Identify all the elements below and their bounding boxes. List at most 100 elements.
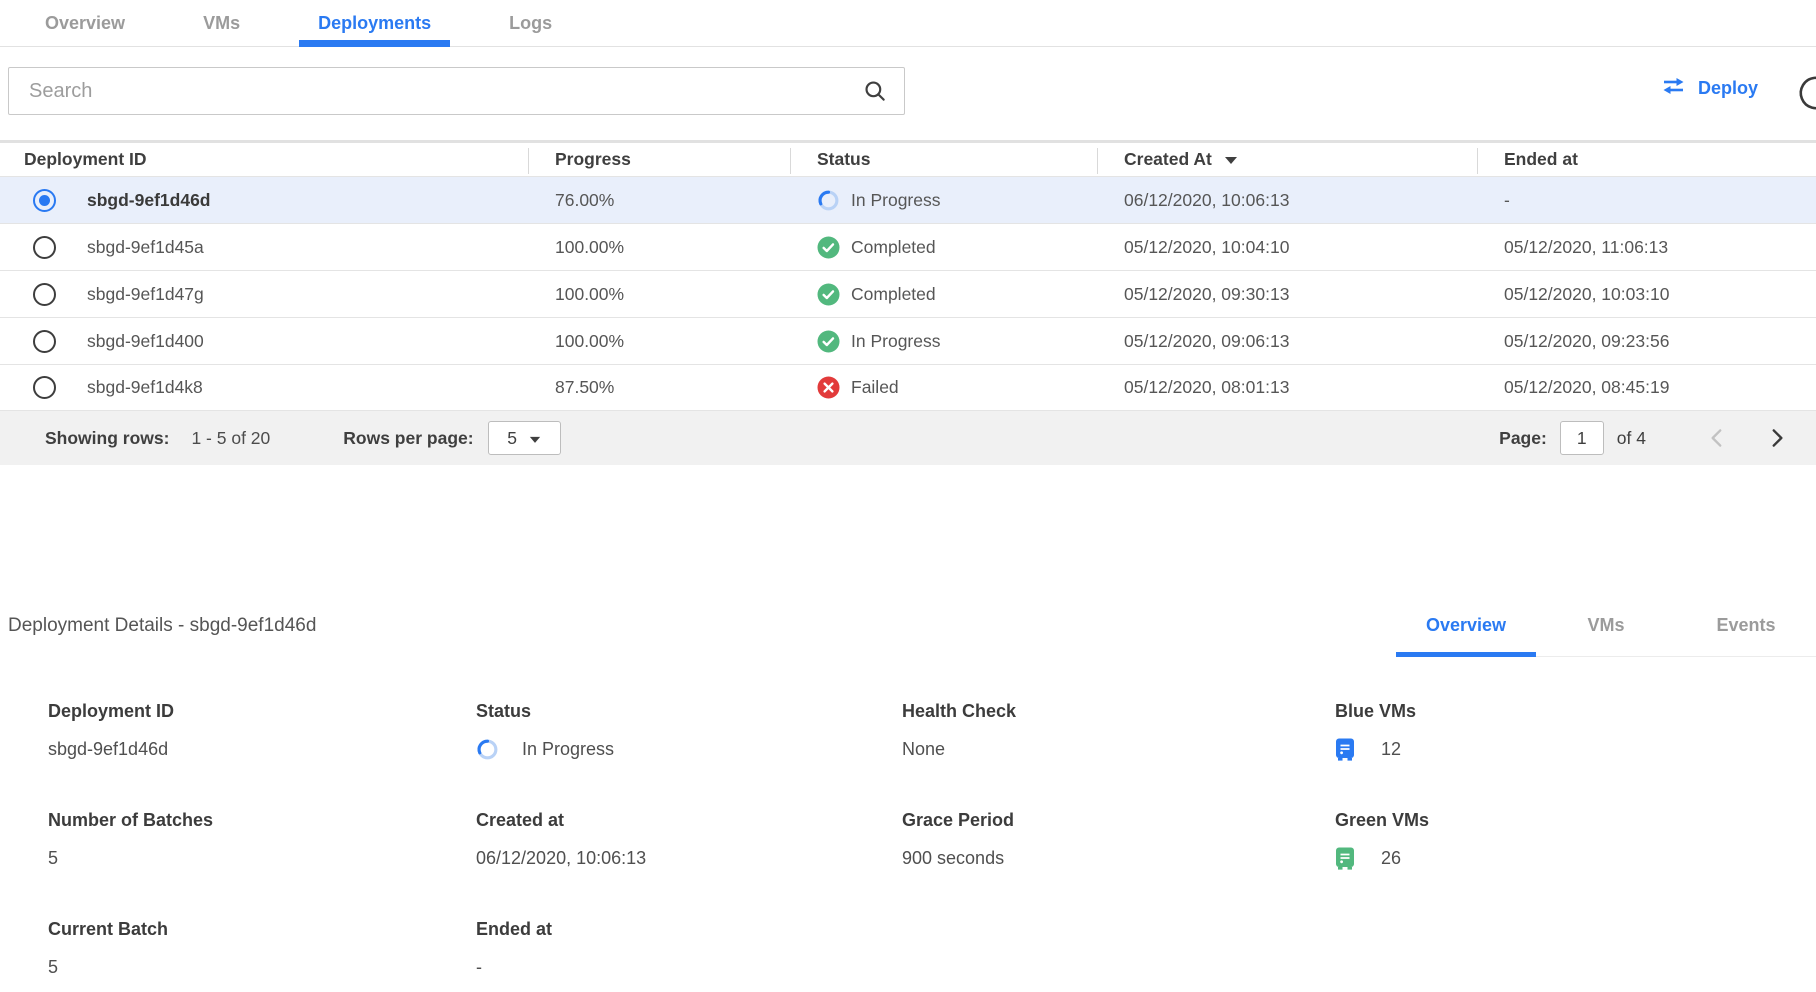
row-radio-button[interactable]: [33, 283, 56, 306]
search-input[interactable]: [9, 68, 862, 114]
detail-field: Green VMs 26: [1335, 810, 1816, 870]
table-row[interactable]: sbgd-9ef1d45a 100.00% Completed 05/12/20…: [0, 223, 1816, 270]
details-grid: Deployment ID sbgd-9ef1d46d Status In Pr…: [0, 701, 1816, 979]
tab-overview[interactable]: Overview: [26, 0, 144, 46]
table-row[interactable]: sbgd-9ef1d47g 100.00% Completed 05/12/20…: [0, 270, 1816, 317]
refresh-icon[interactable]: [1797, 74, 1816, 117]
spinner-icon: [817, 189, 840, 212]
tab-label: VMs: [1587, 615, 1624, 635]
progress-cell: 100.00%: [555, 331, 624, 352]
page-total: of 4: [1617, 428, 1646, 449]
ended-at-cell: -: [1504, 190, 1510, 211]
detail-field-value: 26: [1381, 848, 1401, 869]
table-body: sbgd-9ef1d46d 76.00% In Progress 06/12/2…: [0, 176, 1816, 411]
detail-field: Created at 06/12/2020, 10:06:13: [476, 810, 902, 870]
status-icon: [817, 376, 840, 399]
previous-page-icon[interactable]: [1704, 425, 1730, 451]
details-tab-events[interactable]: Events: [1676, 601, 1816, 656]
tab-label: Events: [1716, 615, 1775, 635]
deploy-button[interactable]: Deploy: [1660, 76, 1758, 101]
detail-field-label: Ended at: [476, 919, 902, 940]
page-label: Page:: [1499, 428, 1547, 449]
column-header-created-at[interactable]: Created At: [1097, 143, 1477, 176]
tab-label: Overview: [45, 13, 125, 34]
status-cell: Completed: [851, 284, 936, 305]
tab-label: VMs: [203, 13, 240, 34]
detail-field: Health Check None: [902, 701, 1335, 761]
detail-field-icon: [1335, 738, 1358, 761]
deployment-id-cell: sbgd-9ef1d46d: [87, 190, 211, 211]
ended-at-cell: 05/12/2020, 11:06:13: [1504, 237, 1668, 258]
details-tab-vms[interactable]: VMs: [1536, 601, 1676, 656]
details-tab-bar: Overview VMs Events: [1396, 601, 1816, 657]
table-row[interactable]: sbgd-9ef1d400 100.00% In Progress 05/12/…: [0, 317, 1816, 364]
column-header-progress[interactable]: Progress: [528, 143, 790, 176]
row-radio-button[interactable]: [33, 189, 56, 212]
detail-field-value: In Progress: [522, 739, 614, 760]
detail-field-label: Green VMs: [1335, 810, 1816, 831]
chevron-down-icon: [529, 428, 541, 449]
detail-field: Grace Period 900 seconds: [902, 810, 1335, 870]
status-cell: Failed: [851, 377, 899, 398]
details-tab-overview[interactable]: Overview: [1396, 601, 1536, 656]
rows-per-page-label: Rows per page:: [343, 428, 473, 449]
status-icon: [817, 330, 840, 353]
tab-label: Deployments: [318, 13, 431, 34]
detail-field-label: Grace Period: [902, 810, 1335, 831]
sort-descending-icon: [1224, 149, 1238, 170]
detail-field-value: None: [902, 739, 945, 760]
search-icon[interactable]: [862, 78, 888, 104]
check-circle-icon: [817, 236, 840, 259]
showing-rows-label: Showing rows:: [45, 428, 169, 449]
deployments-table: Deployment ID Progress Status Created At…: [0, 140, 1816, 465]
column-header-deployment-id[interactable]: Deployment ID: [0, 143, 528, 176]
progress-cell: 100.00%: [555, 284, 624, 305]
status-icon: [817, 189, 840, 212]
check-circle-icon: [817, 283, 840, 306]
created-at-cell: 05/12/2020, 09:06:13: [1124, 331, 1289, 352]
created-at-cell: 05/12/2020, 09:30:13: [1124, 284, 1289, 305]
table-row[interactable]: sbgd-9ef1d4k8 87.50% Failed 05/12/2020, …: [0, 364, 1816, 411]
table-row[interactable]: sbgd-9ef1d46d 76.00% In Progress 06/12/2…: [0, 176, 1816, 223]
top-tab-bar: Overview VMs Deployments Logs: [0, 0, 1816, 47]
progress-cell: 100.00%: [555, 237, 624, 258]
detail-field-label: Current Batch: [48, 919, 476, 940]
rows-per-page-select[interactable]: 5: [488, 421, 561, 455]
deployment-id-cell: sbgd-9ef1d45a: [87, 237, 204, 258]
detail-field: Current Batch 5: [48, 919, 476, 979]
page-number-input[interactable]: [1560, 421, 1604, 455]
detail-field-value: 900 seconds: [902, 848, 1004, 869]
detail-field-label: Deployment ID: [48, 701, 476, 722]
progress-cell: 87.50%: [555, 377, 614, 398]
tab-deployments[interactable]: Deployments: [299, 0, 450, 46]
status-icon: [817, 236, 840, 259]
deployment-id-cell: sbgd-9ef1d4k8: [87, 377, 203, 398]
blue-vm-icon: [1335, 738, 1355, 761]
column-header-ended-at[interactable]: Ended at: [1477, 143, 1816, 176]
swap-arrows-icon: [1660, 76, 1687, 101]
tab-logs[interactable]: Logs: [490, 0, 571, 46]
status-cell: In Progress: [851, 190, 940, 211]
row-radio-button[interactable]: [33, 376, 56, 399]
table-footer: Showing rows: 1 - 5 of 20 Rows per page:…: [0, 411, 1816, 465]
detail-field-label: Health Check: [902, 701, 1335, 722]
status-icon: [817, 283, 840, 306]
detail-field-value: 12: [1381, 739, 1401, 760]
detail-field-value: 06/12/2020, 10:06:13: [476, 848, 646, 869]
showing-rows-value: 1 - 5 of 20: [191, 428, 270, 449]
tab-label: Overview: [1426, 615, 1506, 635]
column-header-status[interactable]: Status: [790, 143, 1097, 176]
tab-vms[interactable]: VMs: [184, 0, 259, 46]
created-at-cell: 05/12/2020, 08:01:13: [1124, 377, 1289, 398]
pagination: Page: of 4: [1499, 421, 1790, 455]
row-radio-button[interactable]: [33, 330, 56, 353]
next-page-icon[interactable]: [1764, 425, 1790, 451]
detail-field-value: sbgd-9ef1d46d: [48, 739, 168, 760]
toolbar: Deploy: [0, 67, 1816, 115]
detail-field-label: Status: [476, 701, 902, 722]
row-radio-button[interactable]: [33, 236, 56, 259]
detail-field: Number of Batches 5: [48, 810, 476, 870]
ended-at-cell: 05/12/2020, 08:45:19: [1504, 377, 1669, 398]
error-circle-icon: [817, 376, 840, 399]
details-title: Deployment Details - sbgd-9ef1d46d: [8, 615, 316, 637]
